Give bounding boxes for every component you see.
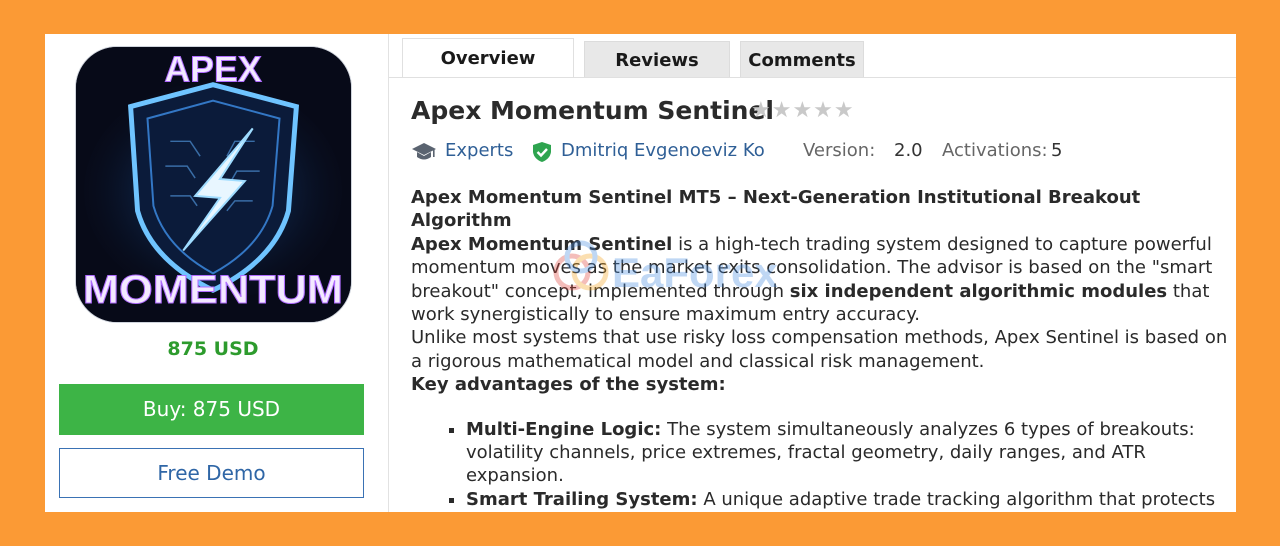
- logo-image: APEX MOMENTUM: [76, 47, 351, 322]
- activations-label: Activations:: [942, 140, 1048, 161]
- verified-badge-icon: [531, 141, 553, 168]
- version-label: Version:: [803, 140, 876, 161]
- tab-comments[interactable]: Comments: [740, 41, 864, 78]
- buy-button[interactable]: Buy: 875 USD: [59, 384, 364, 435]
- product-logo: APEX MOMENTUM: [75, 46, 352, 323]
- version-value: 2.0: [894, 140, 923, 161]
- advantages-heading: Key advantages of the system:: [411, 374, 726, 396]
- tab-overview[interactable]: Overview: [402, 38, 574, 78]
- rating-stars[interactable]: ★★★★★: [751, 98, 855, 123]
- graduation-cap-icon: [411, 141, 437, 168]
- description-paragraph-2: Unlike most systems that use risky loss …: [411, 327, 1228, 372]
- column-divider: [388, 34, 389, 512]
- product-description: Apex Momentum Sentinel MT5 – Next-Genera…: [411, 186, 1236, 512]
- category-link[interactable]: Experts: [445, 140, 513, 161]
- description-heading: Apex Momentum Sentinel MT5 – Next-Genera…: [411, 187, 1141, 232]
- list-item: Smart Trailing System: A unique adaptive…: [466, 488, 1236, 512]
- author-link[interactable]: Dmitriq Evgenoeviz Ko: [561, 140, 765, 161]
- free-demo-button[interactable]: Free Demo: [59, 448, 364, 498]
- product-card: APEX MOMENTUM 875 USD Buy: 875 USD Free …: [45, 34, 1236, 512]
- product-price: 875 USD: [167, 338, 259, 360]
- advantages-list: Multi-Engine Logic: The system simultane…: [411, 418, 1236, 512]
- list-item: Multi-Engine Logic: The system simultane…: [466, 418, 1236, 488]
- tab-reviews[interactable]: Reviews: [584, 41, 730, 78]
- activations-value: 5: [1051, 140, 1063, 161]
- svg-text:MOMENTUM: MOMENTUM: [83, 268, 343, 312]
- product-title: Apex Momentum Sentinel: [411, 96, 774, 125]
- product-sidebar: APEX MOMENTUM 875 USD Buy: 875 USD Free …: [45, 34, 388, 512]
- svg-text:APEX: APEX: [164, 50, 261, 90]
- description-paragraph: Apex Momentum Sentinel is a high-tech tr…: [411, 233, 1213, 326]
- tab-underline: [389, 77, 1236, 78]
